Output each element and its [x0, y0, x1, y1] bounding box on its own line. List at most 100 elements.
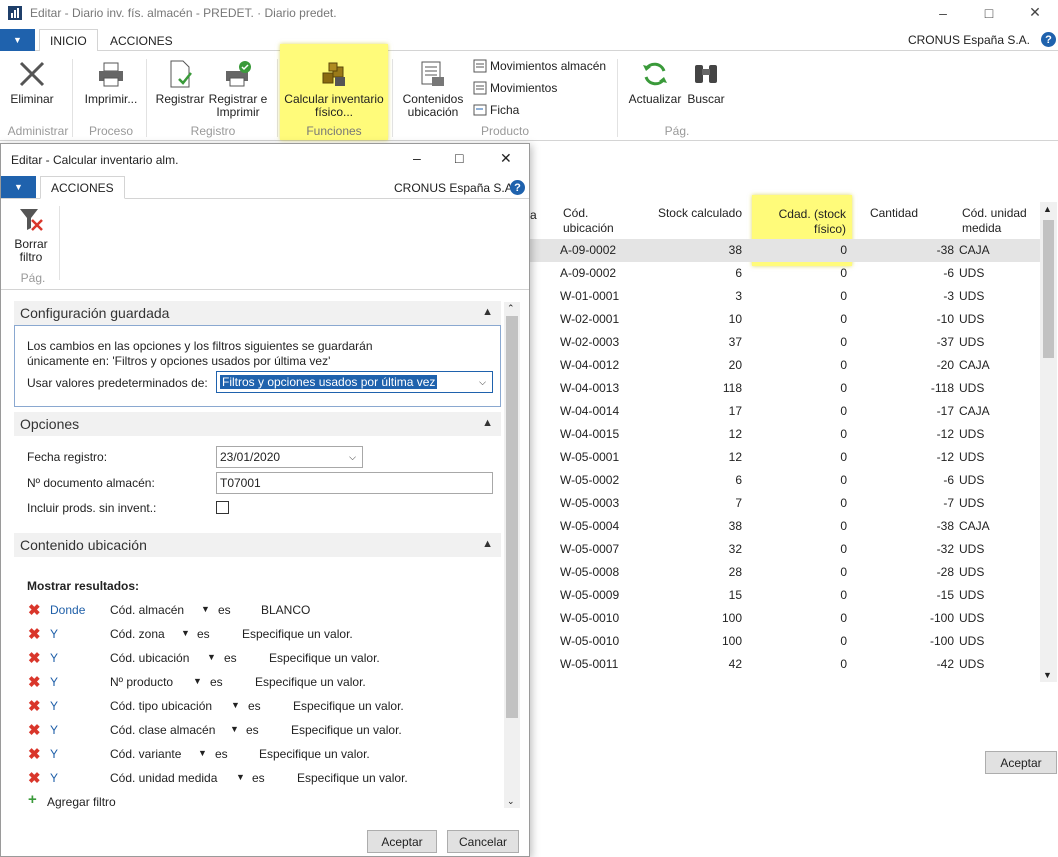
stock-cell[interactable]: 6	[650, 266, 742, 280]
unidad-cell[interactable]: UDS	[959, 565, 984, 579]
dialog-scrollbar[interactable]: ⌃ ⌄	[504, 302, 520, 808]
filter-field[interactable]: Cód. almacén	[110, 603, 184, 617]
dialog-close-icon[interactable]: ✕	[500, 150, 512, 167]
dropdown-arrow-icon[interactable]: ▼	[230, 724, 239, 734]
col-stock-header[interactable]: Stock calculado	[650, 206, 742, 221]
stock-cell[interactable]: 12	[650, 450, 742, 464]
filter-field[interactable]: Cód. ubicación	[110, 651, 189, 665]
unidad-cell[interactable]: UDS	[959, 266, 984, 280]
table-row[interactable]: W-05-0002 6 0 -6 UDS	[530, 469, 1040, 492]
ubicacion-cell[interactable]: W-05-0009	[560, 588, 619, 602]
cantidad-cell[interactable]: -38	[830, 519, 954, 533]
grid-scroll-thumb[interactable]	[1043, 220, 1054, 358]
unidad-cell[interactable]: UDS	[959, 473, 984, 487]
col-unidad-header[interactable]: Cód. unidad medida	[962, 206, 1038, 236]
table-row[interactable]: W-04-0014 17 0 -17 CAJA	[530, 400, 1040, 423]
remove-filter-icon[interactable]: ✖	[28, 721, 41, 739]
tab-inicio[interactable]: INICIO	[39, 29, 98, 52]
filter-value[interactable]: Especifique un valor.	[242, 627, 353, 641]
remove-filter-icon[interactable]: ✖	[28, 601, 41, 619]
stock-cell[interactable]: 100	[650, 634, 742, 648]
scroll-up-icon[interactable]: ⌃	[507, 303, 515, 314]
filter-field[interactable]: Nº producto	[110, 675, 173, 689]
remove-filter-icon[interactable]: ✖	[28, 745, 41, 763]
unidad-cell[interactable]: CAJA	[959, 519, 990, 533]
scroll-down-icon[interactable]: ⌄	[507, 796, 515, 807]
maximize-icon[interactable]: □	[966, 0, 1012, 25]
ubicacion-cell[interactable]: W-05-0008	[560, 565, 619, 579]
cantidad-cell[interactable]: -7	[830, 496, 954, 510]
table-row[interactable]: W-02-0003 37 0 -37 UDS	[530, 331, 1040, 354]
main-aceptar-button[interactable]: Aceptar	[985, 751, 1057, 774]
tab-acciones[interactable]: ACCIONES	[100, 29, 183, 52]
ubicacion-cell[interactable]: W-04-0012	[560, 358, 619, 372]
table-row[interactable]: W-05-0009 15 0 -15 UDS	[530, 584, 1040, 607]
incluir-prods-checkbox[interactable]	[216, 501, 229, 514]
collapse-chevron-icon[interactable]: ▲	[482, 306, 493, 318]
fecha-registro-field[interactable]: 23/01/2020 ⌵	[216, 446, 363, 468]
col-ubicacion-header[interactable]: Cód. ubicación	[563, 206, 633, 236]
calcular-inventario-button[interactable]: Calcular inventario físico...	[284, 59, 384, 119]
ubicacion-cell[interactable]: W-05-0011	[560, 657, 618, 671]
stock-cell[interactable]: 3	[650, 289, 742, 303]
stock-cell[interactable]: 15	[650, 588, 742, 602]
config-section-header[interactable]: Configuración guardada ▲	[14, 301, 501, 325]
unidad-cell[interactable]: UDS	[959, 450, 984, 464]
table-row[interactable]: W-05-0008 28 0 -28 UDS	[530, 561, 1040, 584]
dialog-menu-button[interactable]: ▼	[1, 176, 36, 198]
ubicacion-cell[interactable]: W-05-0010	[560, 634, 619, 648]
ficha-button[interactable]: Ficha	[473, 103, 519, 117]
dropdown-arrow-icon[interactable]: ▼	[207, 652, 216, 662]
remove-filter-icon[interactable]: ✖	[28, 625, 41, 643]
stock-cell[interactable]: 28	[650, 565, 742, 579]
dialog-help-icon[interactable]: ?	[510, 180, 525, 195]
registrar-button[interactable]: Registrar	[155, 59, 205, 106]
unidad-cell[interactable]: UDS	[959, 312, 984, 326]
col-cdad-header[interactable]: Cdad. (stock físico)	[756, 207, 846, 237]
filter-value[interactable]: Especifique un valor.	[259, 747, 370, 761]
contenido-section-header[interactable]: Contenido ubicación ▲	[14, 533, 501, 557]
remove-filter-icon[interactable]: ✖	[28, 649, 41, 667]
cantidad-cell[interactable]: -3	[830, 289, 954, 303]
imprimir-button[interactable]: Imprimir...	[82, 59, 140, 106]
table-row[interactable]: W-05-0010 100 0 -100 UDS	[530, 607, 1040, 630]
dialog-maximize-icon[interactable]: □	[455, 150, 463, 166]
cantidad-cell[interactable]: -12	[830, 427, 954, 441]
table-row[interactable]: W-04-0012 20 0 -20 CAJA	[530, 354, 1040, 377]
unidad-cell[interactable]: CAJA	[959, 243, 990, 257]
agregar-filtro-link[interactable]: Agregar filtro	[47, 795, 116, 809]
cantidad-cell[interactable]: -17	[830, 404, 954, 418]
ubicacion-cell[interactable]: W-04-0013	[560, 381, 619, 395]
filter-value[interactable]: Especifique un valor.	[269, 651, 380, 665]
cantidad-cell[interactable]: -28	[830, 565, 954, 579]
table-row[interactable]: W-04-0013 118 0 -118 UDS	[530, 377, 1040, 400]
collapse-chevron-icon[interactable]: ▲	[482, 417, 493, 429]
movimientos-almacen-button[interactable]: Movimientos almacén	[473, 59, 606, 73]
stock-cell[interactable]: 118	[650, 381, 742, 395]
cantidad-cell[interactable]: -37	[830, 335, 954, 349]
plus-icon[interactable]: +	[28, 792, 37, 807]
help-icon[interactable]: ?	[1041, 32, 1056, 47]
stock-cell[interactable]: 7	[650, 496, 742, 510]
ubicacion-cell[interactable]: W-05-0002	[560, 473, 619, 487]
cantidad-cell[interactable]: -6	[830, 473, 954, 487]
eliminar-button[interactable]: Eliminar	[6, 59, 58, 106]
cantidad-cell[interactable]: -6	[830, 266, 954, 280]
dropdown-arrow-icon[interactable]: ▼	[231, 700, 240, 710]
ubicacion-cell[interactable]: W-05-0001	[560, 450, 619, 464]
ubicacion-cell[interactable]: A-09-0002	[560, 266, 616, 280]
cantidad-cell[interactable]: -42	[830, 657, 954, 671]
ubicacion-cell[interactable]: W-04-0014	[560, 404, 619, 418]
contenidos-ubicacion-button[interactable]: Contenidos ubicación	[400, 59, 466, 119]
stock-cell[interactable]: 37	[650, 335, 742, 349]
stock-cell[interactable]: 38	[650, 243, 742, 257]
dialog-aceptar-button[interactable]: Aceptar	[367, 830, 437, 853]
unidad-cell[interactable]: UDS	[959, 542, 984, 556]
table-row[interactable]: A-09-0002 6 0 -6 UDS	[530, 262, 1040, 285]
actualizar-button[interactable]: Actualizar	[626, 59, 684, 106]
unidad-cell[interactable]: UDS	[959, 611, 984, 625]
dropdown-arrow-icon[interactable]: ▼	[201, 604, 210, 614]
scroll-down-icon[interactable]: ▼	[1043, 670, 1052, 680]
stock-cell[interactable]: 100	[650, 611, 742, 625]
cantidad-cell[interactable]: -32	[830, 542, 954, 556]
